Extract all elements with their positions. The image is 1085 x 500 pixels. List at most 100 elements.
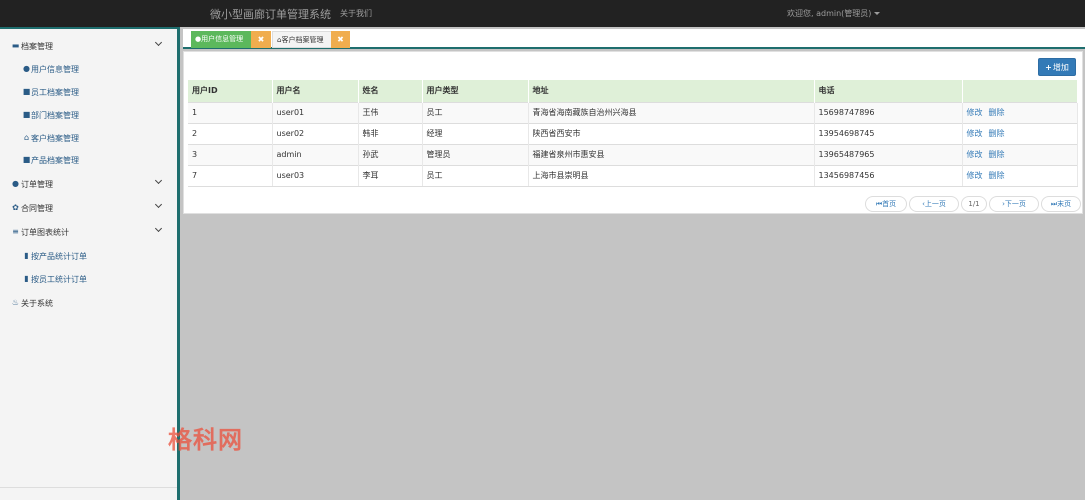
sidebar-item-user-info[interactable]: ● 用户信息管理 xyxy=(0,60,177,78)
sidebar-item-label: 按产品统计订单 xyxy=(31,252,87,261)
table-row: 3 admin 孙武 管理员 福建省泉州市惠安县 13965487965 修改删… xyxy=(188,143,1078,165)
sidebar-item-label: 按员工统计订单 xyxy=(31,275,87,284)
delete-link[interactable]: 删除 xyxy=(989,108,1005,117)
cell-phone: 13456987456 xyxy=(814,164,963,187)
chevron-down-icon xyxy=(155,224,164,234)
column-header: 姓名 xyxy=(358,80,423,102)
pager-label: 下一页 xyxy=(1004,200,1026,208)
tab-close-button[interactable]: ✖ xyxy=(331,31,350,48)
cell-type: 经理 xyxy=(422,122,529,144)
sidebar: ▬ 档案管理 ● 用户信息管理 ■ 员工档案管理 ■ 部门档案管理 ⌂ 客户档案… xyxy=(0,27,180,500)
plus-icon: + xyxy=(1045,63,1052,72)
tab-label: 客户档案管理 xyxy=(281,36,324,44)
cell-id: 3 xyxy=(188,143,273,165)
table-row: 1 user01 王伟 员工 青海省海南藏族自治州兴海县 15698747896… xyxy=(188,101,1078,123)
tab-label: 用户信息管理 xyxy=(201,35,244,43)
delete-link[interactable]: 删除 xyxy=(989,150,1005,159)
cell-username: user02 xyxy=(272,122,359,144)
sidebar-item-product[interactable]: ■ 产品档案管理 xyxy=(0,151,177,169)
pager-label: 末页 xyxy=(1057,200,1072,208)
cell-username: user01 xyxy=(272,101,359,123)
sidebar-item-department[interactable]: ■ 部门档案管理 xyxy=(0,106,177,124)
print-icon: ■ xyxy=(22,87,31,96)
table-row: 2 user02 韩非 经理 陕西省西安市 13954698745 修改 删除 xyxy=(188,122,1078,144)
about-link[interactable]: 关于我们 xyxy=(340,8,372,19)
sidebar-item-stat-by-product[interactable]: ▮ 按产品统计订单 xyxy=(0,247,177,265)
column-header: 用户名 xyxy=(272,80,359,102)
column-header: 用户类型 xyxy=(422,80,529,102)
tab-bar: ●用户信息管理 ✖ ⌂客户档案管理 ✖ xyxy=(183,29,1085,49)
cell-actions: 修改 删除 xyxy=(962,164,1078,187)
sidebar-item-statistics[interactable]: ≡ 订单图表统计 xyxy=(0,223,177,241)
edit-link[interactable]: 修改 xyxy=(967,129,983,138)
cell-actions: 修改 删除 xyxy=(962,101,1078,123)
cell-type: 员工 xyxy=(422,101,529,123)
sidebar-item-contracts[interactable]: ✿ 合同管理 xyxy=(0,199,177,217)
edit-link[interactable]: 修改 xyxy=(967,171,983,180)
id-card-icon: ▬ xyxy=(11,41,20,50)
fire-icon: ♨ xyxy=(11,298,20,307)
pager-current: 1/1 xyxy=(961,196,987,212)
gear-icon: ✿ xyxy=(12,203,19,212)
sidebar-item-archive[interactable]: ▬ 档案管理 xyxy=(0,37,177,55)
pager-first-button[interactable]: ⏮首页 xyxy=(865,196,907,212)
sidebar-item-about-system[interactable]: ♨ 关于系统 xyxy=(0,294,177,312)
user-menu[interactable]: 欢迎您, admin(管理员) xyxy=(787,8,881,19)
caret-down-icon xyxy=(874,12,881,15)
sidebar-item-label: 关于系统 xyxy=(21,299,53,308)
user-icon: ● xyxy=(23,64,30,73)
sidebar-item-label: 部门档案管理 xyxy=(31,111,79,120)
column-header: 用户ID xyxy=(188,80,273,102)
tab-customer[interactable]: ⌂客户档案管理 xyxy=(272,31,332,48)
cell-address: 上海市县崇明县 xyxy=(528,164,815,187)
cell-type: 管理员 xyxy=(422,143,529,165)
cell-phone: 15698747896 xyxy=(814,101,963,123)
print-icon: ■ xyxy=(22,155,31,164)
cell-phone: 13954698745 xyxy=(814,122,963,144)
tab-user-info[interactable]: ●用户信息管理 xyxy=(191,31,251,48)
pager-prev-button[interactable]: ‹上一页 xyxy=(909,196,959,212)
cell-username: admin xyxy=(272,143,359,165)
sidebar-item-label: 产品档案管理 xyxy=(31,156,79,165)
cell-address: 福建省泉州市惠安县 xyxy=(528,143,815,165)
tab-close-button[interactable]: ✖ xyxy=(251,31,271,48)
cell-name: 韩非 xyxy=(358,122,423,144)
close-icon: ✖ xyxy=(257,35,265,44)
sidebar-item-label: 合同管理 xyxy=(21,204,53,213)
watermark: 格科网 xyxy=(168,426,243,454)
sidebar-item-orders[interactable]: ● 订单管理 xyxy=(0,175,177,193)
sidebar-item-label: 订单图表统计 xyxy=(21,228,69,237)
edit-link[interactable]: 修改 xyxy=(967,108,983,117)
cell-actions: 修改 删除 xyxy=(962,143,1078,165)
column-header xyxy=(962,80,1078,102)
user-icon: ● xyxy=(12,179,19,188)
pager-last-button[interactable]: ⏭末页 xyxy=(1041,196,1081,212)
list-icon: ≡ xyxy=(12,227,19,236)
delete-link[interactable]: 删除 xyxy=(989,129,1005,138)
delete-link[interactable]: 删除 xyxy=(989,171,1005,180)
print-icon: ■ xyxy=(22,110,31,119)
sidebar-item-employee[interactable]: ■ 员工档案管理 xyxy=(0,83,177,101)
column-header: 地址 xyxy=(528,80,815,102)
sidebar-item-label: 用户信息管理 xyxy=(31,65,79,74)
top-navbar: 微小型画廊订单管理系统 关于我们 欢迎您, admin(管理员) xyxy=(0,0,1085,27)
add-button-label: 增加 xyxy=(1052,63,1069,72)
cell-actions: 修改 删除 xyxy=(962,122,1078,144)
column-header: 电话 xyxy=(814,80,963,102)
sidebar-item-label: 订单管理 xyxy=(21,180,53,189)
main-content: ●用户信息管理 ✖ ⌂客户档案管理 ✖ +增加 用户ID 用户名 姓名 用户类型… xyxy=(180,27,1085,500)
cell-name: 孙武 xyxy=(358,143,423,165)
bar-chart-icon: ▮ xyxy=(24,251,29,260)
sidebar-item-stat-by-employee[interactable]: ▮ 按员工统计订单 xyxy=(0,270,177,288)
pager-label: 上一页 xyxy=(924,200,946,208)
app-title[interactable]: 微小型画廊订单管理系统 xyxy=(210,6,331,22)
user-menu-label: 欢迎您, admin(管理员) xyxy=(787,9,872,18)
cell-username: user03 xyxy=(272,164,359,187)
sidebar-item-customer[interactable]: ⌂ 客户档案管理 xyxy=(0,129,177,147)
home-icon: ⌂ xyxy=(23,133,30,142)
pager-next-button[interactable]: ›下一页 xyxy=(989,196,1039,212)
sidebar-item-label: 员工档案管理 xyxy=(31,88,79,97)
edit-link[interactable]: 修改 xyxy=(967,150,983,159)
chevron-down-icon xyxy=(155,200,164,210)
add-button[interactable]: +增加 xyxy=(1038,58,1076,76)
